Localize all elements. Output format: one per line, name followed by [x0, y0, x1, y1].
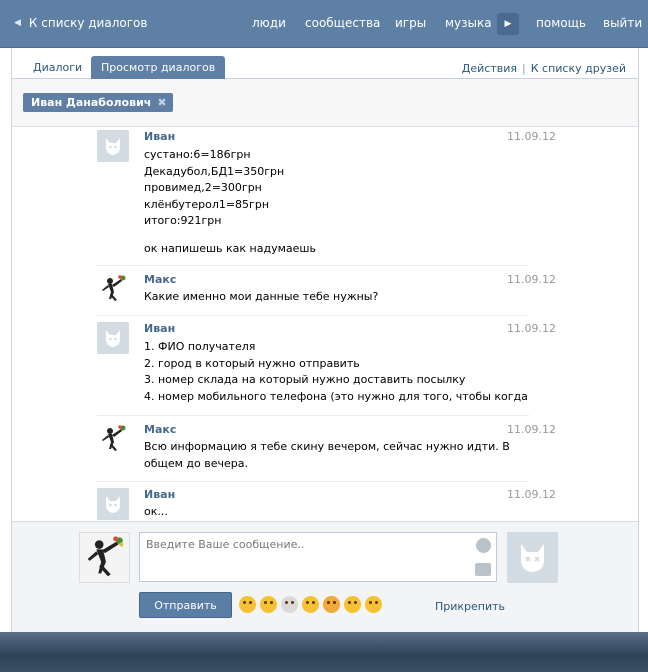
play-arrow-icon: ▶: [504, 19, 512, 29]
message-divider: [97, 415, 529, 416]
message-date: 11.09.12: [507, 322, 556, 335]
message-line: ок напишешь как надумаешь: [144, 241, 316, 255]
message-divider: [97, 315, 529, 316]
my-avatar-icon[interactable]: [79, 532, 130, 583]
message-divider: [97, 265, 529, 266]
wink-emoji-icon[interactable]: [239, 596, 256, 613]
nav-music[interactable]: музыка: [445, 16, 492, 30]
laugh-emoji-icon[interactable]: [260, 596, 277, 613]
message-date: 11.09.12: [507, 130, 556, 143]
message-input[interactable]: [140, 533, 474, 581]
message-line: 4. номер мобильного телефона (это нужно …: [144, 389, 528, 403]
message-line: ок...: [144, 505, 168, 518]
nav-help[interactable]: помощь: [536, 16, 586, 30]
message-text: Всю информацию я тебе скину вечером, сей…: [144, 439, 510, 472]
message-divider: [97, 481, 529, 482]
recipient-chip: Иван Данаболович ✖: [23, 93, 173, 112]
user-avatar-icon[interactable]: [97, 273, 129, 305]
tab-dialogs[interactable]: Диалоги: [23, 56, 92, 79]
lollipop-emoji-icon[interactable]: [323, 596, 340, 613]
message-text: Какие именно мои данные тебе нужны?: [144, 289, 378, 306]
message-author[interactable]: Макс: [144, 273, 176, 286]
tab-view-dialogs[interactable]: Просмотр диалогов: [91, 56, 226, 79]
nav-people[interactable]: люди: [252, 16, 286, 30]
message-line: сустано:6=186грн: [144, 148, 251, 161]
message-line: Декадубол,БД1=350грн: [144, 164, 285, 178]
desktop-background-strip: [0, 632, 648, 672]
message-input-box: [139, 532, 497, 582]
back-link-label: К списку диалогов: [28, 16, 148, 30]
back-to-dialogs-link[interactable]: ◀ К списку диалогов: [14, 16, 147, 30]
grin-emoji-icon[interactable]: [365, 596, 382, 613]
message-line: клёнбутерол1=85грн: [144, 197, 270, 211]
user-avatar-icon[interactable]: [97, 423, 129, 455]
send-button[interactable]: Отправить: [139, 592, 232, 618]
message-author[interactable]: Иван: [144, 488, 175, 501]
actions-link[interactable]: Действия: [462, 62, 517, 75]
message-date: 11.09.12: [507, 423, 556, 436]
recipient-name: Иван Данаболович: [31, 96, 152, 109]
smile-emoji-icon[interactable]: [302, 596, 319, 613]
default-avatar-icon[interactable]: [97, 322, 129, 354]
message-text: 1. ФИО получателя 2. город в который нуж…: [144, 339, 528, 405]
message-author[interactable]: Макс: [144, 423, 176, 436]
default-avatar-icon[interactable]: [507, 532, 558, 583]
message-line: итого:921грн: [144, 214, 222, 227]
message-text: ок...: [144, 504, 168, 520]
emoji-row: [239, 596, 382, 613]
message-date: 11.09.12: [507, 488, 556, 501]
friends-list-link[interactable]: К списку друзей: [531, 62, 626, 75]
message-composer: Отправить Прикрепить: [12, 521, 638, 632]
message-line: Всю информацию я тебе скину вечером, сей…: [144, 440, 510, 453]
message-date: 11.09.12: [507, 273, 556, 286]
tab-actions: Действия | К списку друзей: [462, 62, 626, 75]
message-line: Какие именно мои данные тебе нужны?: [144, 290, 379, 303]
nav-logout[interactable]: выйти: [603, 16, 642, 30]
remove-recipient-icon[interactable]: ✖: [157, 93, 166, 112]
eyeroll-emoji-icon[interactable]: [344, 596, 361, 613]
message-author[interactable]: Иван: [144, 322, 175, 335]
skull-emoji-icon[interactable]: [281, 596, 298, 613]
message-text: сустано:6=186грн Декадубол,БД1=350грн пр…: [144, 147, 316, 257]
nav-communities[interactable]: сообщества: [305, 16, 380, 30]
default-avatar-icon[interactable]: [97, 488, 129, 520]
camera-icon[interactable]: [475, 563, 491, 576]
default-avatar-icon[interactable]: [97, 130, 129, 162]
nav-more-button[interactable]: ▶: [497, 13, 519, 35]
message-line: провимед,2=300грн: [144, 181, 262, 194]
nav-games[interactable]: игры: [395, 16, 426, 30]
message-author[interactable]: Иван: [144, 130, 175, 143]
back-arrow-icon: ◀: [14, 18, 21, 28]
message-line: 1. ФИО получателя: [144, 340, 256, 353]
attach-link[interactable]: Прикрепить: [435, 600, 505, 613]
message-line: общем до вечера.: [144, 456, 249, 470]
smile-icon[interactable]: [476, 538, 491, 553]
message-history[interactable]: Иван 11.09.12 сустано:6=186грн Декадубол…: [12, 128, 638, 520]
message-line: 3. номер склада на который нужно достави…: [144, 373, 466, 386]
tabs-row: Диалоги Просмотр диалогов Действия | К с…: [12, 48, 638, 79]
message-line: 2. город в который нужно отправить: [144, 356, 360, 370]
recipient-row: Иван Данаболович ✖: [12, 79, 638, 127]
dialog-panel: Диалоги Просмотр диалогов Действия | К с…: [11, 48, 639, 632]
top-navigation-bar: ◀ К списку диалогов люди сообщества игры…: [0, 0, 648, 48]
actions-separator: |: [522, 62, 526, 75]
